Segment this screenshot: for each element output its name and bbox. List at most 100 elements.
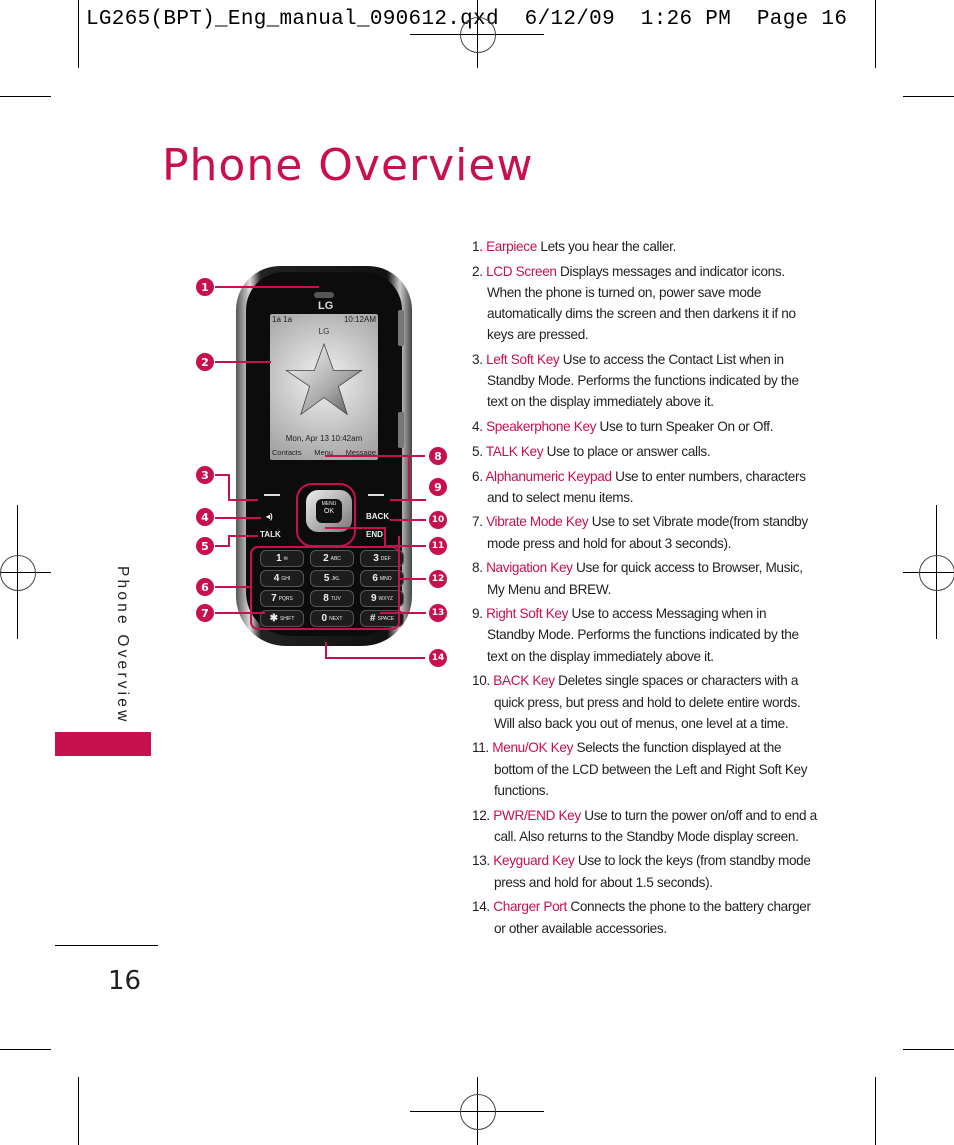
callout-line (408, 455, 410, 499)
footer-rule (55, 945, 158, 946)
callout-line (384, 545, 426, 547)
item-term: BACK Key (493, 673, 555, 689)
item-number: 7. (472, 514, 483, 530)
registration-circle (460, 17, 496, 53)
item-term: Right Soft Key (486, 606, 569, 622)
item-term: PWR/END Key (493, 807, 581, 823)
list-item: 2. LCD Screen Displays messages and indi… (472, 261, 817, 346)
item-number: 9. (472, 606, 483, 622)
earpiece (314, 292, 334, 298)
item-number: 4. (472, 419, 483, 435)
side-button-upper (398, 310, 404, 346)
callout-11: 11 (429, 537, 447, 555)
feature-list: 1. Earpiece Lets you hear the caller. 2. … (472, 236, 817, 942)
item-number: 5. (472, 443, 483, 459)
keypad-highlight (250, 546, 400, 630)
side-button-lower (398, 412, 404, 448)
crop-mark (875, 1077, 876, 1145)
callout-3: 3 (196, 466, 214, 484)
crop-mark (903, 1049, 954, 1050)
list-item: 11. Menu/OK Key Selects the function dis… (472, 737, 817, 801)
list-item: 5. TALK Key Use to place or answer calls… (472, 441, 817, 462)
item-term: Navigation Key (486, 560, 573, 576)
callout-line (228, 499, 258, 501)
callout-line (384, 527, 386, 547)
crop-mark (78, 0, 79, 68)
callout-line (228, 474, 230, 500)
list-item: 10. BACK Key Deletes single spaces or ch… (472, 670, 817, 734)
list-item: 8. Navigation Key Use for quick access t… (472, 557, 817, 599)
item-term: Earpiece (486, 239, 537, 254)
star-wallpaper-icon (285, 342, 363, 416)
talk-key: TALK (260, 530, 281, 539)
end-key: END (366, 530, 383, 539)
callout-line (215, 545, 229, 547)
callout-line (325, 657, 425, 659)
item-number: 2. (472, 263, 483, 279)
callout-line (228, 535, 258, 537)
item-term: LCD Screen (486, 263, 557, 279)
callout-14: 14 (429, 649, 447, 667)
callout-9: 9 (429, 478, 447, 496)
list-item: 7. Vibrate Mode Key Use to set Vibrate m… (472, 511, 817, 553)
callout-line (325, 455, 425, 457)
crop-mark (78, 1077, 79, 1145)
item-description: Use to turn Speaker On or Off. (596, 419, 774, 435)
callout-line (215, 361, 271, 363)
callout-line (390, 499, 426, 501)
callout-line (215, 586, 251, 588)
callout-line (215, 286, 319, 288)
callout-line (215, 517, 261, 519)
section-tab-bar (55, 732, 151, 756)
lcd-screen: 1a 1a 10:12AM LG Mon, Apr 13 10:42am Con… (270, 314, 378, 460)
callout-line (215, 612, 265, 614)
item-number: 6. (472, 468, 483, 484)
item-number: 8. (472, 560, 483, 576)
callout-6: 6 (196, 578, 214, 596)
list-item: 1. Earpiece Lets you hear the caller. (472, 236, 817, 257)
item-term: TALK Key (485, 443, 544, 459)
list-item: 13. Keyguard Key Use to lock the keys (f… (472, 850, 817, 892)
list-item: 14. Charger Port Connects the phone to t… (472, 896, 817, 938)
callout-12: 12 (429, 570, 447, 588)
callout-10: 10 (429, 511, 447, 529)
section-side-label: Phone Overview (114, 566, 131, 725)
item-term: Menu/OK Key (492, 740, 574, 756)
callout-7: 7 (196, 604, 214, 622)
item-number: 10. (472, 673, 490, 689)
list-item: 3. Left Soft Key Use to access the Conta… (472, 349, 817, 413)
item-number: 1. (472, 239, 483, 254)
right-soft-key (368, 494, 384, 496)
item-number: 3. (472, 352, 483, 368)
crop-mark (875, 0, 876, 68)
callout-line (380, 612, 426, 614)
item-term: Charger Port (493, 899, 567, 915)
item-term: Left Soft Key (486, 352, 560, 368)
status-bar: 1a 1a 10:12AM (272, 315, 376, 324)
lg-logo: LG (318, 300, 334, 312)
callout-2: 2 (196, 353, 214, 371)
list-item: 9. Right Soft Key Use to access Messagin… (472, 603, 817, 667)
item-term: Speakerphone Key (486, 419, 597, 435)
crop-mark (903, 96, 954, 97)
speaker-key: ◂) (266, 512, 273, 521)
list-item: 4. Speakerphone Key Use to turn Speaker … (472, 416, 817, 437)
callout-13: 13 (429, 604, 447, 622)
item-number: 13. (472, 853, 490, 869)
soft-left-label: Contacts (272, 448, 302, 457)
crop-mark (0, 1049, 51, 1050)
item-term: Vibrate Mode Key (486, 514, 589, 530)
page-title: Phone Overview (162, 140, 534, 191)
callout-line (215, 474, 229, 476)
page-number: 16 (108, 966, 142, 996)
item-number: 11. (472, 740, 489, 756)
callout-5: 5 (196, 537, 214, 555)
left-soft-key (264, 494, 280, 496)
registration-circle (919, 555, 954, 591)
date-time: Mon, Apr 13 10:42am (285, 434, 363, 443)
item-description: Use to place or answer calls. (543, 443, 711, 459)
callout-8: 8 (429, 447, 447, 465)
status-icons: 1a 1a (272, 315, 293, 324)
back-key: BACK (366, 512, 390, 521)
crop-mark (0, 96, 51, 97)
